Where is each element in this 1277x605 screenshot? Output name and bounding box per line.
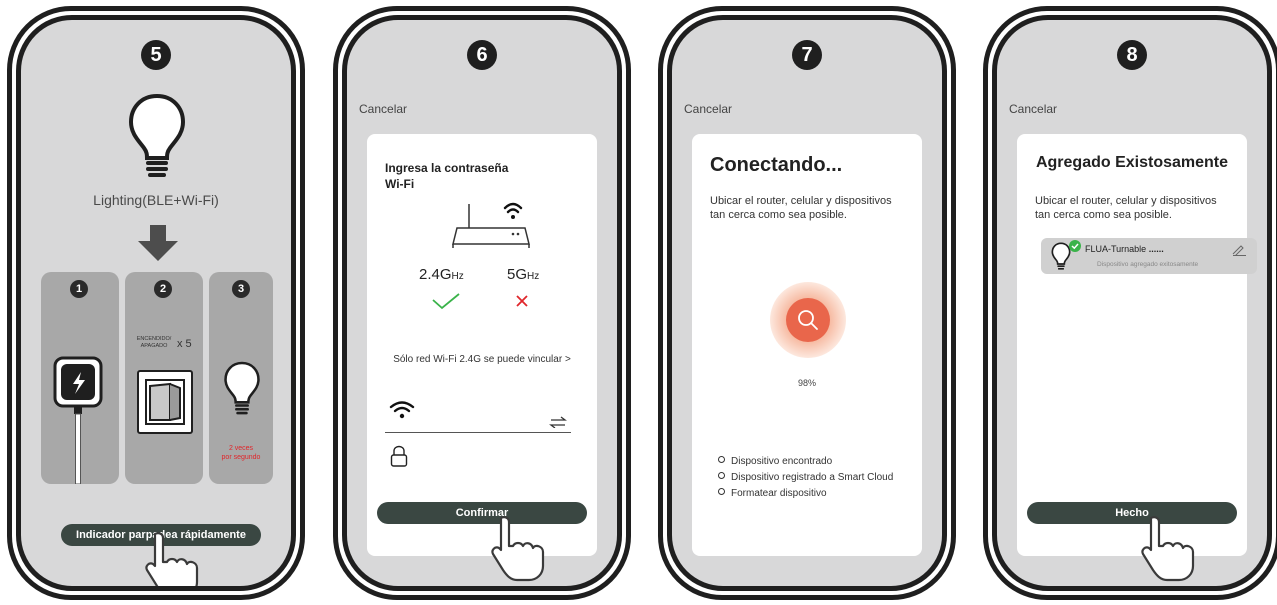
band-5ghz-label: 5GHz: [507, 266, 540, 283]
card-title: Ingresa la contraseña Wi-Fi: [385, 161, 509, 191]
card-title: Agregado Existosamente: [1035, 154, 1229, 171]
panel-number: 3: [232, 280, 250, 298]
step-number: 5: [141, 40, 171, 70]
switch-instruction: ENCENDIDO/ APAGADO: [136, 336, 172, 349]
placement-hint: Ubicar el router, celular y dispositivos…: [1035, 195, 1217, 221]
phone-step-8: 8 Cancelar Agregado Existosamente Ubicar…: [983, 6, 1277, 600]
placement-hint: Ubicar el router, celular y dispositivos…: [710, 195, 892, 221]
status-item: Formatear dispositivo: [718, 486, 893, 502]
step-number: 7: [792, 40, 822, 70]
bulb-icon: [224, 361, 260, 415]
phone-step-5: 5 Lighting(BLE+Wi-Fi) 1 2 ENCENDIDO/ APA…: [7, 6, 305, 600]
device-type-label: Lighting(BLE+Wi-Fi): [93, 192, 219, 208]
success-card: Agregado Existosamente Ubicar el router,…: [1017, 134, 1257, 556]
progress-percent: 98%: [797, 378, 816, 388]
bulb-icon: [1051, 242, 1071, 270]
hand-pointer-icon: [1141, 516, 1195, 582]
wifi-name-input[interactable]: [385, 432, 571, 433]
router-icon: [452, 202, 530, 248]
plug-icon: [53, 356, 103, 484]
phone-screen: 6 Cancelar Ingresa la contraseña Wi-Fi 2…: [342, 15, 622, 591]
connecting-card: Conectando... Ubicar el router, celular …: [692, 134, 922, 556]
instruction-panel-2: 2 ENCENDIDO/ APAGADO x 5: [125, 272, 203, 484]
blink-rate-note: 2 veces por segundo: [221, 445, 261, 461]
panel-number: 1: [70, 280, 88, 298]
status-item: Dispositivo registrado a Smart Cloud: [718, 470, 893, 486]
bulb-icon: [128, 93, 186, 177]
panel-number: 2: [154, 280, 172, 298]
step-number: 8: [1117, 40, 1147, 70]
lock-icon: [390, 445, 408, 467]
arrow-down-icon: [138, 225, 178, 261]
card-title: Conectando...: [710, 154, 843, 176]
wifi-password-input[interactable]: [417, 446, 567, 468]
phone-screen: 5 Lighting(BLE+Wi-Fi) 1 2 ENCENDIDO/ APA…: [16, 15, 296, 591]
check-icon: [1069, 240, 1081, 252]
status-list: Dispositivo encontrado Dispositivo regis…: [718, 454, 893, 502]
repeat-count: x 5: [177, 338, 192, 350]
phone-step-7: 7 Cancelar Conectando... Ubicar el route…: [658, 6, 956, 600]
wifi-24-only-link[interactable]: Sólo red Wi-Fi 2.4G se puede vincular >: [367, 354, 597, 365]
phone-screen: 7 Cancelar Conectando... Ubicar el route…: [667, 15, 947, 591]
edit-icon[interactable]: [1231, 244, 1247, 256]
cancel-link[interactable]: Cancelar: [684, 102, 732, 116]
hand-pointer-icon: [145, 532, 199, 586]
cancel-link[interactable]: Cancelar: [1009, 102, 1057, 116]
phone-step-6: 6 Cancelar Ingresa la contraseña Wi-Fi 2…: [333, 6, 631, 600]
cross-icon: [516, 295, 528, 307]
device-added-status: Dispositivo agregado exitosamente: [1097, 261, 1199, 268]
search-progress-indicator: [770, 282, 846, 358]
phone-screen: 8 Cancelar Agregado Existosamente Ubicar…: [992, 15, 1272, 591]
switch-network-icon[interactable]: [549, 416, 567, 428]
status-item: Dispositivo encontrado: [718, 454, 893, 470]
wifi-icon: [389, 401, 415, 419]
done-button[interactable]: Hecho: [1027, 502, 1237, 524]
hand-pointer-icon: [491, 516, 545, 582]
step-number: 6: [467, 40, 497, 70]
instruction-panel-1: 1: [41, 272, 119, 484]
device-name: FLUA-Turnable ......: [1085, 244, 1164, 254]
wall-switch-icon: [137, 370, 193, 434]
instruction-panel-3: 3 2 veces por segundo: [209, 272, 273, 484]
wifi-password-card: Ingresa la contraseña Wi-Fi 2.4GHz 5GHz: [367, 134, 597, 556]
confirm-button[interactable]: Confirmar: [377, 502, 587, 524]
added-device-row[interactable]: FLUA-Turnable ...... Dispositivo agregad…: [1041, 238, 1257, 274]
band-24ghz-label: 2.4GHz: [419, 266, 464, 283]
cancel-link[interactable]: Cancelar: [359, 102, 407, 116]
check-icon: [432, 293, 460, 310]
